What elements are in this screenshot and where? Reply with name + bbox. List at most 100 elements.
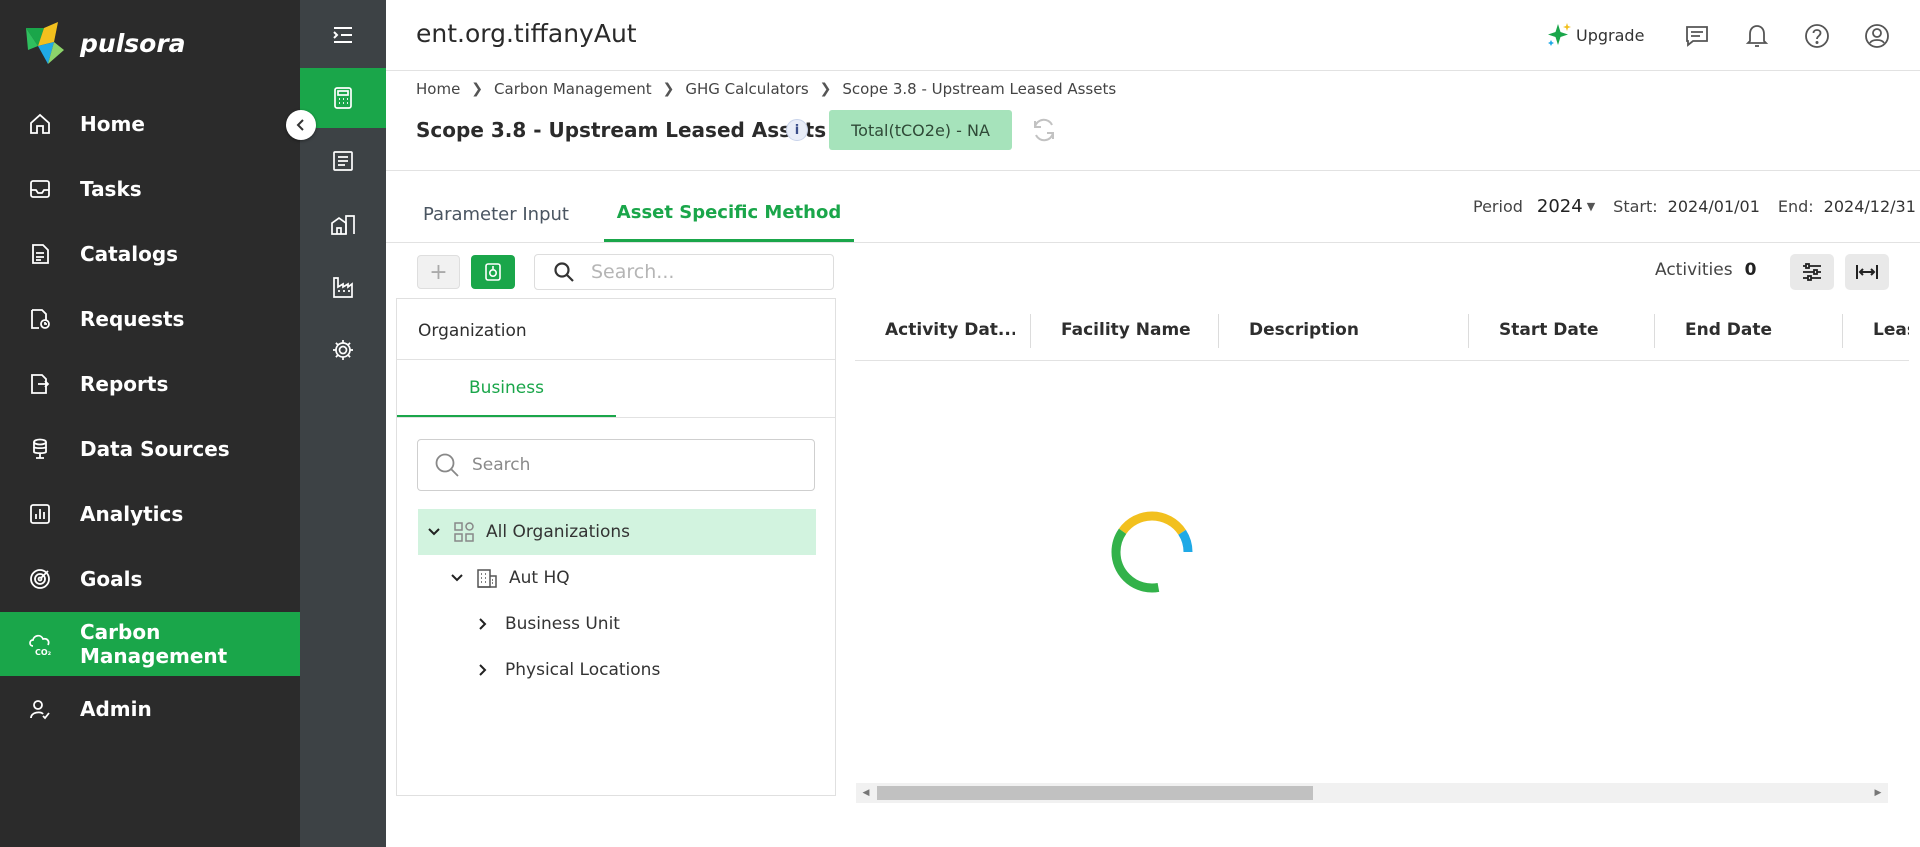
start-date-value: 2024/01/01 <box>1667 197 1760 216</box>
column-header-facility-name[interactable]: Facility Name <box>1061 300 1231 360</box>
sidebar-item-admin[interactable]: Admin <box>0 677 300 741</box>
sidebar-item-reports[interactable]: Reports <box>0 352 300 416</box>
tree-item-all-organizations[interactable]: All Organizations <box>418 509 816 555</box>
sidebar-item-requests[interactable]: Requests <box>0 287 300 351</box>
organization-search-input[interactable] <box>472 455 792 475</box>
upgrade-button[interactable]: Upgrade <box>1546 22 1644 48</box>
loading-spinner <box>1111 511 1193 593</box>
inbox-icon <box>27 176 53 202</box>
add-activity-button[interactable]: + <box>417 255 460 289</box>
rail-item-settings[interactable] <box>300 320 386 380</box>
rail-item-factory[interactable] <box>300 257 386 317</box>
scroll-left-icon[interactable]: ◀ <box>861 787 871 799</box>
chevron-right-icon[interactable] <box>475 617 491 631</box>
refresh-icon[interactable] <box>1030 116 1058 144</box>
tab-business[interactable]: Business <box>397 360 616 417</box>
breadcrumb-current: Scope 3.8 - Upstream Leased Assets <box>842 80 1117 98</box>
messages-button[interactable] <box>1682 21 1712 51</box>
breadcrumb: Home ❯ Carbon Management ❯ GHG Calculato… <box>416 80 1116 98</box>
chevron-right-icon: ❯ <box>662 81 675 97</box>
chevron-right-icon[interactable] <box>475 663 491 677</box>
document-export-icon <box>485 263 501 281</box>
sidebar-item-data-sources[interactable]: Data Sources <box>0 417 300 481</box>
total-emissions-badge: Total(tCO2e) - NA <box>829 110 1012 150</box>
scrollbar-thumb[interactable] <box>877 786 1313 800</box>
activities-count-value: 0 <box>1744 260 1757 280</box>
column-separator[interactable] <box>1468 314 1469 348</box>
sliders-icon <box>1803 263 1821 281</box>
building-icon <box>331 215 355 235</box>
page-title: Scope 3.8 - Upstream Leased Assets <box>416 118 827 142</box>
rail-item-buildings[interactable] <box>300 194 386 254</box>
notifications-button[interactable] <box>1742 21 1772 51</box>
tree-item-physical-locations[interactable]: Physical Locations <box>475 647 805 693</box>
home-icon <box>27 111 53 137</box>
column-header-activity-date[interactable]: Activity Dat... <box>885 300 1015 360</box>
brand-logo[interactable]: pulsora <box>24 20 186 66</box>
sidebar-item-analytics[interactable]: Analytics <box>0 482 300 546</box>
column-separator[interactable] <box>1218 314 1219 348</box>
export-button[interactable] <box>471 255 515 289</box>
tree-item-aut-hq[interactable]: Aut HQ <box>449 555 809 601</box>
sidebar-item-goals[interactable]: Goals <box>0 547 300 611</box>
svg-text:CO₂: CO₂ <box>35 648 52 657</box>
start-label: Start: <box>1613 197 1658 216</box>
expand-horizontal-icon <box>1856 265 1878 279</box>
sidebar-item-label: Carbon Management <box>80 620 228 668</box>
activity-grid-header: Activity Dat... Facility Name Descriptio… <box>855 300 1909 362</box>
column-header-description[interactable]: Description <box>1249 300 1449 360</box>
sidebar-item-label: Requests <box>80 307 185 331</box>
column-separator[interactable] <box>1654 314 1655 348</box>
end-label: End: <box>1777 197 1814 216</box>
tree-item-label: All Organizations <box>486 522 631 542</box>
requests-icon <box>27 306 53 332</box>
fit-columns-button[interactable] <box>1845 254 1889 290</box>
tab-asset-specific-method[interactable]: Asset Specific Method <box>604 186 854 242</box>
tree-item-business-unit[interactable]: Business Unit <box>475 601 805 647</box>
period-year-select[interactable]: 2024 <box>1537 196 1583 217</box>
column-header-start-date[interactable]: Start Date <box>1499 300 1669 360</box>
menu-collapse-icon <box>333 27 352 43</box>
rail-menu-toggle[interactable] <box>300 5 386 65</box>
sidebar-item-catalogs[interactable]: Catalogs <box>0 222 300 286</box>
column-separator[interactable] <box>1030 314 1031 348</box>
organization-title: ent.org.tiffanyAut <box>416 19 637 48</box>
sidebar-item-label: Catalogs <box>80 242 179 266</box>
analytics-icon <box>27 501 53 527</box>
header-divider <box>386 170 1920 171</box>
factory-icon <box>333 277 353 298</box>
activity-search-input[interactable] <box>591 261 821 283</box>
organization-search <box>417 439 815 491</box>
database-icon <box>27 436 53 462</box>
bell-icon <box>1745 25 1769 47</box>
chevron-down-icon[interactable] <box>449 571 465 585</box>
breadcrumb-home[interactable]: Home <box>416 80 460 98</box>
tab-parameter-input[interactable]: Parameter Input <box>416 186 576 242</box>
info-icon[interactable]: i <box>786 119 808 141</box>
column-header-end-date[interactable]: End Date <box>1685 300 1845 360</box>
help-button[interactable] <box>1802 21 1832 51</box>
rail-item-ledger[interactable] <box>300 131 386 191</box>
sparkle-icon <box>1548 23 1571 46</box>
column-separator[interactable] <box>1842 314 1843 348</box>
sidebar-item-label: Reports <box>80 372 169 396</box>
sidebar-item-home[interactable]: Home <box>0 92 300 156</box>
grid-horizontal-scrollbar[interactable]: ◀ ▶ <box>856 783 1888 803</box>
sidebar-item-carbon-management[interactable]: CO₂ Carbon Management <box>0 612 300 676</box>
catalog-icon <box>27 241 53 267</box>
scroll-right-icon[interactable]: ▶ <box>1873 787 1883 799</box>
chat-icon <box>1686 26 1708 47</box>
chevron-down-icon[interactable] <box>426 525 442 539</box>
profile-button[interactable] <box>1862 21 1892 51</box>
filter-settings-button[interactable] <box>1790 254 1834 290</box>
help-icon <box>1805 24 1829 48</box>
brand-name: pulsora <box>80 28 186 58</box>
column-header-leased[interactable]: Leas <box>1873 300 1909 360</box>
reports-icon <box>27 371 53 397</box>
main-sidebar: pulsora Home Tasks Catalogs Requests Rep… <box>0 0 300 847</box>
sidebar-collapse-button[interactable] <box>286 110 316 140</box>
sidebar-item-tasks[interactable]: Tasks <box>0 157 300 221</box>
breadcrumb-carbon-management[interactable]: Carbon Management <box>494 80 652 98</box>
breadcrumb-ghg-calculators[interactable]: GHG Calculators <box>685 80 808 98</box>
caret-down-icon[interactable]: ▼ <box>1587 200 1595 213</box>
